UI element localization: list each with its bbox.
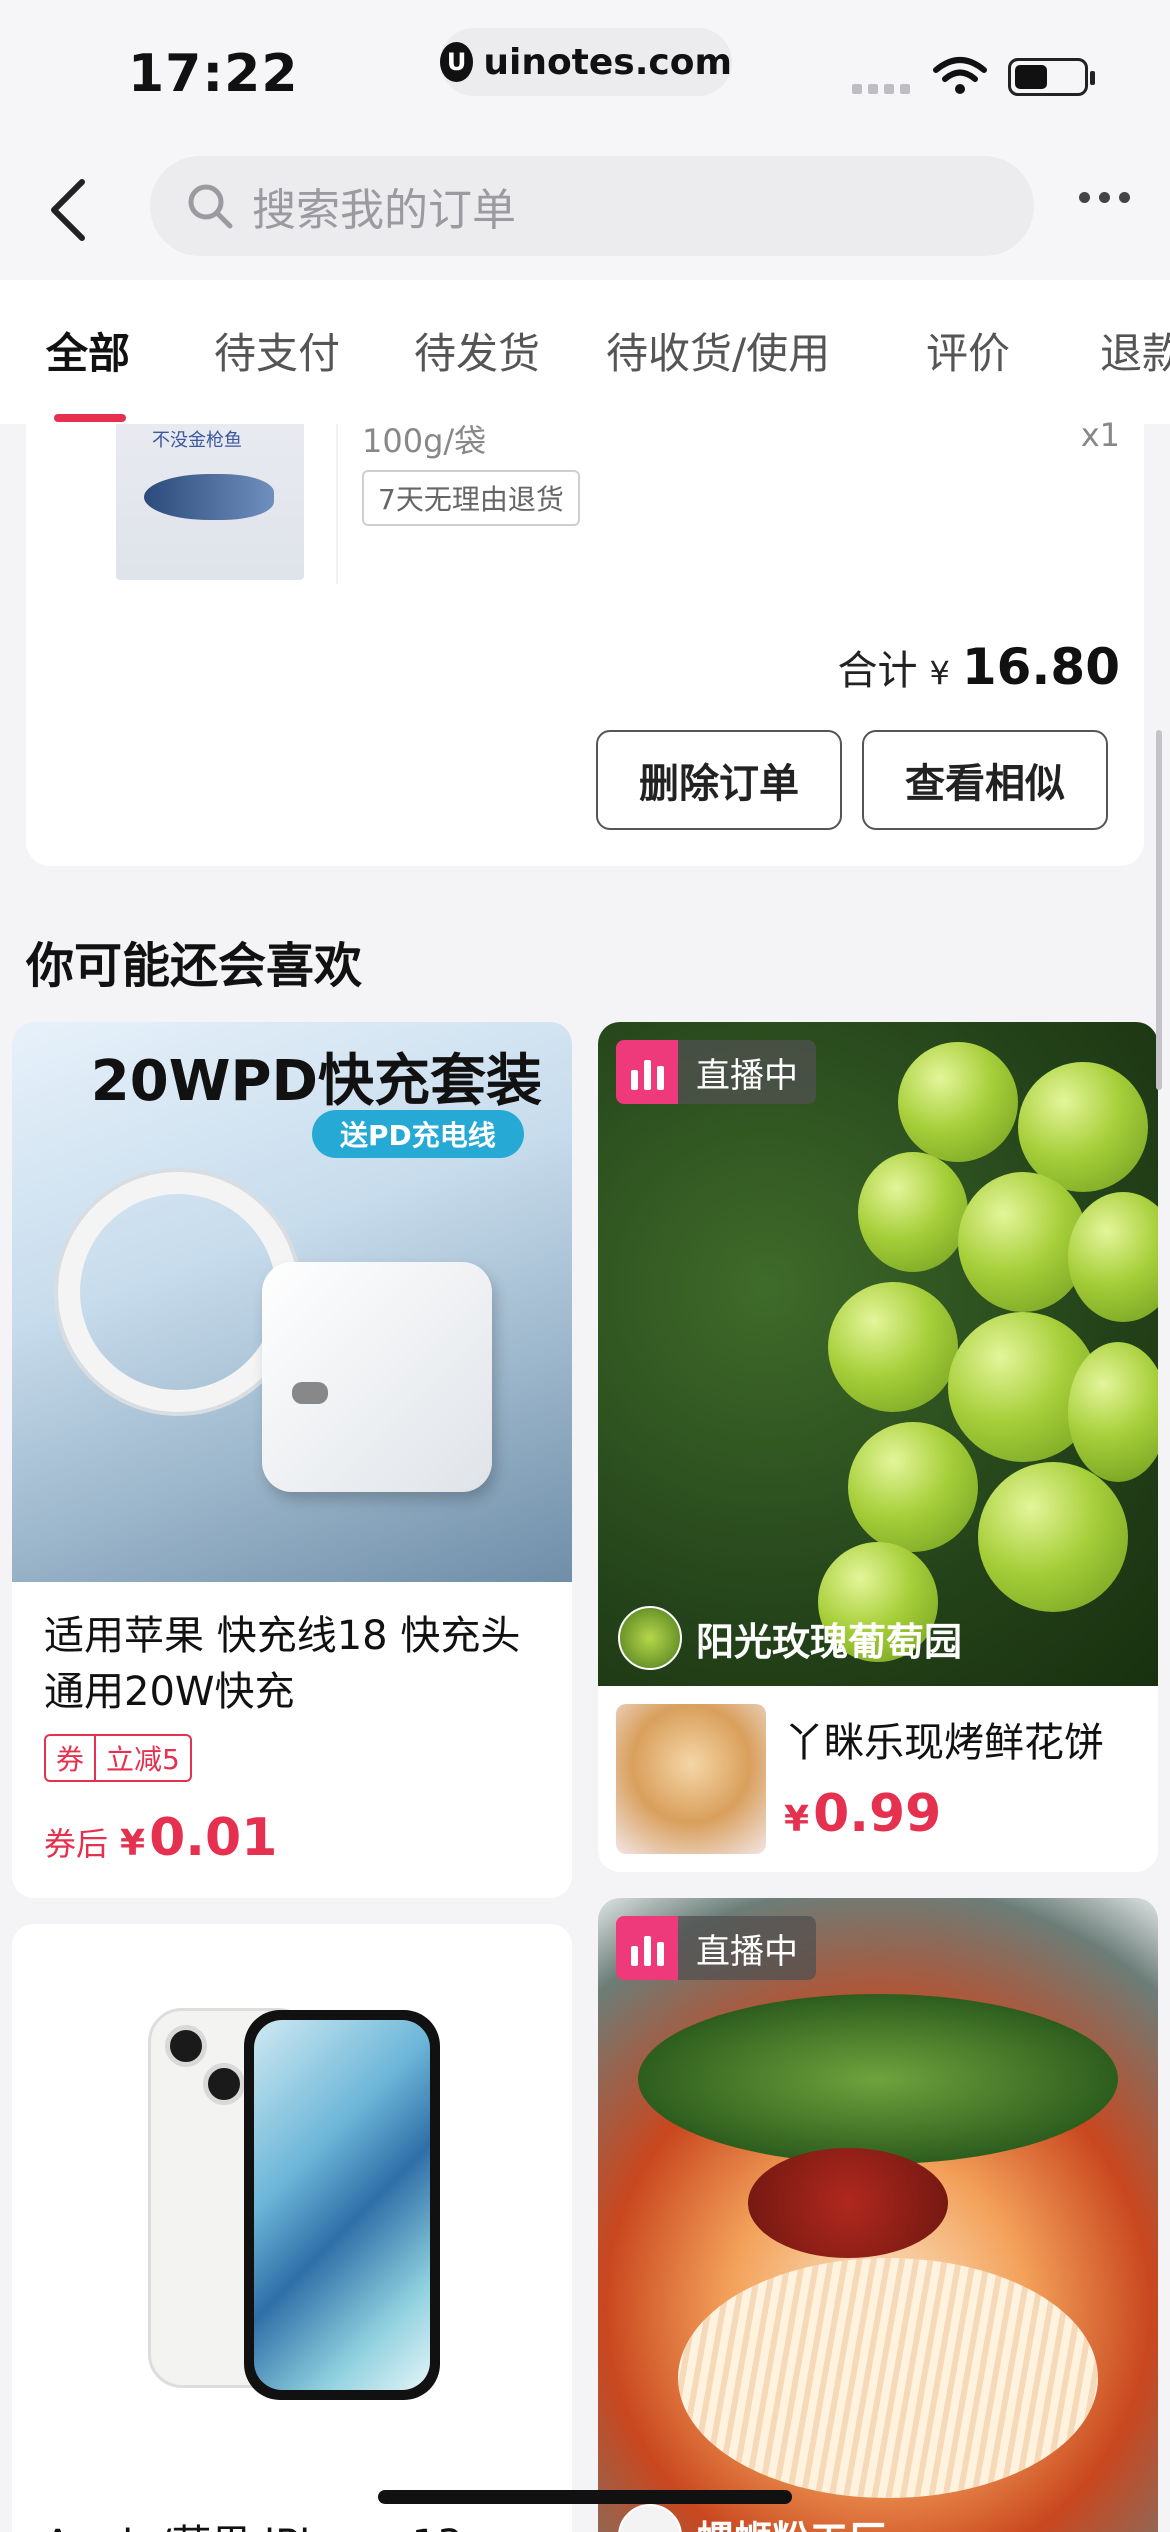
recommend-title: 你可能还会喜欢 xyxy=(26,938,363,994)
site-logo-icon: U xyxy=(440,42,474,82)
scrollbar[interactable] xyxy=(1156,730,1162,1090)
charger-graphic xyxy=(262,1262,492,1492)
search-input[interactable]: 搜索我的订单 xyxy=(150,156,1034,256)
url-pill[interactable]: U uinotes.com xyxy=(440,28,732,96)
home-indicator xyxy=(378,2490,792,2504)
product-package-text: 不没金枪鱼 xyxy=(152,430,242,451)
grapes-image: 直播中 阳光玫瑰葡萄园 xyxy=(598,1022,1158,1686)
flower-cake-image xyxy=(616,1704,766,1854)
coupon-label: 券 xyxy=(56,1743,85,1776)
live-label: 直播中 xyxy=(678,1916,816,1980)
product-card-iphone[interactable]: Apple/苹果 iPhone 13 xyxy=(12,1924,572,2532)
wifi-icon xyxy=(933,57,987,94)
price-value: 0.99 xyxy=(813,1784,942,1844)
price: 券后 ¥ 0.01 xyxy=(44,1808,277,1868)
order-tabs: 全部 待支付 待发货 待收货/使用 评价 退款 xyxy=(0,280,1170,424)
tab-all[interactable]: 全部 xyxy=(46,320,130,381)
shop-name: 螺蛳粉工厂 xyxy=(618,2504,886,2532)
view-similar-button[interactable]: 查看相似 xyxy=(862,730,1108,830)
shop-name-text: 螺蛳粉工厂 xyxy=(696,2509,886,2532)
total-amount: 16.80 xyxy=(961,638,1120,696)
price-currency: ¥ xyxy=(120,1823,146,1864)
battery-icon xyxy=(1008,58,1095,96)
product-image[interactable]: 不没金枪鱼 xyxy=(116,424,304,580)
live-bars-icon xyxy=(616,1916,678,1980)
charger-image: 20WPD快充套装 送PD充电线 xyxy=(12,1022,572,1582)
live-badge: 直播中 xyxy=(616,1040,816,1104)
phone-front-graphic xyxy=(244,2010,440,2400)
more-icon[interactable] xyxy=(1079,192,1130,203)
live-product[interactable]: 丫眯乐现烤鲜花饼 ¥ 0.99 xyxy=(616,1704,1140,1854)
live-badge: 直播中 xyxy=(616,1916,816,1980)
shop-avatar xyxy=(618,1606,682,1670)
noodles-image: 直播中 螺蛳粉工厂 xyxy=(598,1898,1158,2532)
shop-name-text: 阳光玫瑰葡萄园 xyxy=(696,1619,963,1664)
live-card-noodles[interactable]: 直播中 螺蛳粉工厂 xyxy=(598,1898,1158,2532)
coupon-value: 立减5 xyxy=(94,1736,190,1780)
tab-pending-receipt[interactable]: 待收货/使用 xyxy=(606,320,830,381)
status-bar: 17:22 U uinotes.com xyxy=(0,0,1170,140)
shop-avatar xyxy=(618,2504,682,2532)
banner-subtitle: 送PD充电线 xyxy=(312,1110,524,1158)
banner-title: 20WPD快充套装 xyxy=(90,1049,542,1114)
product-spec: 100g/袋 xyxy=(362,422,487,460)
search-placeholder: 搜索我的订单 xyxy=(252,185,516,236)
divider xyxy=(336,424,338,584)
header: 搜索我的订单 xyxy=(0,140,1170,280)
product-card-charger[interactable]: 20WPD快充套装 送PD充电线 适用苹果 快充线18 快充头 通用20W快充 … xyxy=(12,1022,572,1898)
live-bars-icon xyxy=(616,1040,678,1104)
total-currency: ¥ xyxy=(929,654,950,692)
tab-pending-shipment[interactable]: 待发货 xyxy=(414,320,540,381)
tab-active-indicator xyxy=(54,414,126,422)
product-title: Apple/苹果 iPhone 13 xyxy=(44,2512,463,2532)
price-value: 0.01 xyxy=(149,1808,278,1868)
order-card: 不没金枪鱼 100g/袋 x1 7天无理由退货 合计 ¥ 16.80 删除订单 … xyxy=(26,416,1144,866)
total-label: 合计 xyxy=(837,648,918,694)
search-icon xyxy=(188,184,233,229)
tab-pending-payment[interactable]: 待支付 xyxy=(214,320,340,381)
order-total: 合计 ¥ 16.80 xyxy=(837,638,1120,696)
price-currency: ¥ xyxy=(784,1799,810,1840)
coupon-tag: 券 立减5 xyxy=(44,1734,192,1782)
signal-icon xyxy=(852,84,910,94)
tab-refund[interactable]: 退款 xyxy=(1100,320,1170,381)
price-prefix: 券后 xyxy=(44,1825,109,1863)
delete-order-button[interactable]: 删除订单 xyxy=(596,730,842,830)
live-product-price: ¥ 0.99 xyxy=(784,1784,941,1844)
iphone-image xyxy=(12,1924,572,2532)
fish-graphic xyxy=(144,474,274,520)
url-text: uinotes.com xyxy=(483,41,732,83)
tab-review[interactable]: 评价 xyxy=(926,320,1010,381)
live-product-title: 丫眯乐现烤鲜花饼 xyxy=(784,1720,1104,1766)
live-label: 直播中 xyxy=(678,1040,816,1104)
live-card-grapes[interactable]: 直播中 阳光玫瑰葡萄园 丫眯乐现烤鲜花饼 ¥ 0.99 xyxy=(598,1022,1158,1872)
product-title: 适用苹果 快充线18 快充头 通用20W快充 xyxy=(44,1613,521,1715)
back-arrow-icon[interactable] xyxy=(44,176,94,244)
return-policy-tag: 7天无理由退货 xyxy=(362,470,580,526)
shop-name: 阳光玫瑰葡萄园 xyxy=(618,1606,962,1670)
status-time: 17:22 xyxy=(128,44,299,104)
product-quantity: x1 xyxy=(1080,416,1120,454)
